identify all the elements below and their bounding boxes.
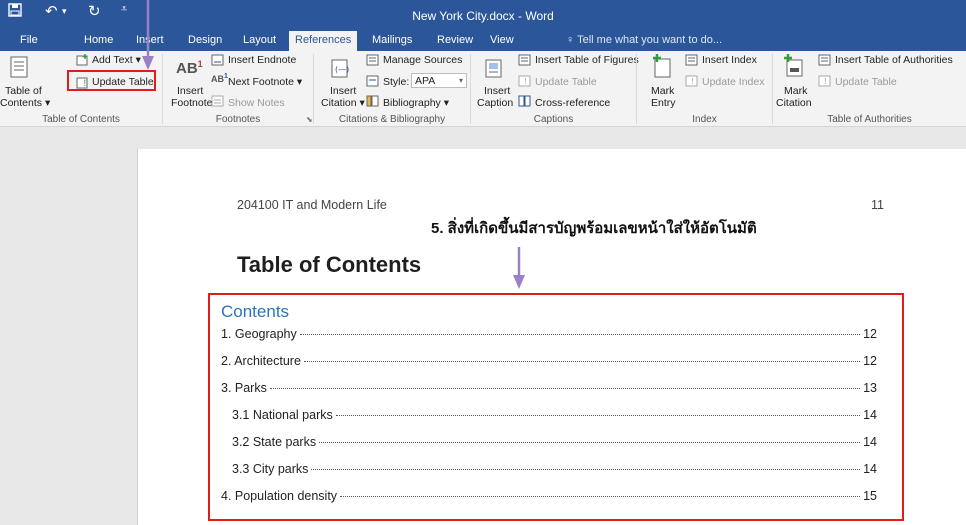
group-label-index: Index xyxy=(692,114,717,125)
dropdown-arrow-icon: ▾ xyxy=(44,97,51,109)
insert-footnote-button[interactable]: Insert xyxy=(177,85,203,97)
insert-footnote-label[interactable]: Footnote xyxy=(171,97,212,109)
group-label-table-of-authorities: Table of Authorities xyxy=(827,114,912,125)
table-of-contents-dropdown[interactable]: Contents ▾ xyxy=(0,97,50,109)
tab-design[interactable]: Design xyxy=(188,34,222,46)
insert-table-of-authorities-icon xyxy=(818,54,831,66)
insert-table-of-authorities-button[interactable]: Insert Table of Authorities xyxy=(835,54,953,66)
tab-references[interactable]: References xyxy=(289,31,358,51)
authorities-update-table-button[interactable]: Update Table xyxy=(835,76,897,88)
mark-entry-button[interactable]: Mark xyxy=(651,85,674,97)
bibliography-icon xyxy=(366,95,379,107)
dropdown-arrow-icon: ▾ xyxy=(443,97,449,109)
tab-view[interactable]: View xyxy=(490,34,514,46)
mark-entry-label[interactable]: Entry xyxy=(651,97,676,109)
mark-entry-icon xyxy=(653,54,671,78)
add-text-button[interactable]: Add Text ▾ xyxy=(92,54,141,66)
tab-file[interactable]: File xyxy=(20,34,38,46)
insert-citation-button[interactable]: Insert xyxy=(330,85,356,97)
insert-table-of-figures-button[interactable]: Insert Table of Figures xyxy=(535,54,639,66)
svg-text:(—): (—) xyxy=(335,65,349,74)
insert-caption-label[interactable]: Caption xyxy=(477,97,513,109)
group-label-captions: Captions xyxy=(533,114,574,125)
svg-text:!: ! xyxy=(524,77,527,86)
manage-sources-button[interactable]: Manage Sources xyxy=(383,54,462,66)
dropdown-arrow-icon: ▾ xyxy=(296,76,303,88)
update-table-icon: ! xyxy=(518,75,531,87)
insert-caption-button[interactable]: Insert xyxy=(484,85,510,97)
cross-reference-button[interactable]: Cross-reference xyxy=(535,97,610,109)
style-select-value: APA xyxy=(415,75,436,87)
bibliography-button[interactable]: Bibliography ▾ xyxy=(383,97,449,109)
insert-index-icon xyxy=(685,54,698,66)
group-label-citations: Citations & Bibliography xyxy=(338,114,446,125)
cross-reference-icon xyxy=(518,95,531,107)
insert-index-button[interactable]: Insert Index xyxy=(702,54,757,66)
insert-citation-dropdown[interactable]: Citation ▾ xyxy=(321,97,365,109)
insert-table-of-figures-icon xyxy=(518,54,531,66)
insert-citation-icon: (—) xyxy=(331,59,349,78)
tab-home[interactable]: Home xyxy=(84,34,113,46)
group-label-table-of-contents: Table of Contents xyxy=(42,114,120,125)
add-text-icon xyxy=(76,54,88,66)
mark-citation-icon xyxy=(784,54,803,77)
mark-citation-label[interactable]: Citation xyxy=(776,97,812,109)
insert-footnote-icon: AB1 xyxy=(176,59,203,77)
dropdown-arrow-icon: ▾ xyxy=(359,97,365,109)
group-label-footnotes: Footnotes xyxy=(215,114,261,125)
tell-me-placeholder: Tell me what you want to do... xyxy=(577,34,723,46)
page-number: 11 xyxy=(871,198,884,212)
tab-layout[interactable]: Layout xyxy=(243,34,276,46)
toc-page-heading: Table of Contents xyxy=(237,252,422,277)
mark-citation-button[interactable]: Mark xyxy=(784,85,807,97)
step-5-annotation: 5. สิ่งที่เกิดขึ้นมีสารบัญพร้อมเลขหน้าใส… xyxy=(431,220,757,237)
next-footnote-button[interactable]: Next Footnote ▾ xyxy=(228,76,302,88)
insert-caption-icon xyxy=(485,59,502,78)
insert-endnote-button[interactable]: Insert Endnote xyxy=(228,54,296,66)
tell-me-box[interactable]: ♀ Tell me what you want to do... xyxy=(566,34,722,46)
style-label: Style: xyxy=(383,76,410,88)
tab-mailings[interactable]: Mailings xyxy=(372,34,412,46)
update-table-highlight xyxy=(67,70,156,91)
style-select[interactable]: APA ▾ xyxy=(411,73,467,88)
manage-sources-icon xyxy=(366,54,379,66)
show-notes-icon xyxy=(211,95,224,107)
arrow-down-to-toc xyxy=(513,247,525,289)
update-index-icon: ! xyxy=(685,75,698,87)
show-notes-button[interactable]: Show Notes xyxy=(228,97,285,109)
captions-update-table-button[interactable]: Update Table xyxy=(535,76,597,88)
footnotes-dialog-launcher-icon[interactable]: ⬊ xyxy=(306,115,313,124)
svg-text:!: ! xyxy=(824,77,827,86)
page-header-left: 204100 IT and Modern Life xyxy=(237,198,387,212)
svg-text:!: ! xyxy=(691,77,694,86)
toc-highlight xyxy=(208,293,904,521)
insert-endnote-icon xyxy=(211,54,224,66)
next-footnote-icon: AB1 xyxy=(211,73,228,84)
dropdown-arrow-icon: ▾ xyxy=(458,76,463,85)
table-of-contents-icon xyxy=(10,56,28,78)
lightbulb-icon: ♀ xyxy=(566,34,575,46)
update-index-button[interactable]: Update Index xyxy=(702,76,764,88)
tab-review[interactable]: Review xyxy=(437,34,473,46)
style-icon xyxy=(366,75,379,87)
update-table-icon: ! xyxy=(818,75,831,87)
arrow-down-to-update-table xyxy=(142,0,154,70)
table-of-contents-button[interactable]: Table of xyxy=(5,85,42,97)
